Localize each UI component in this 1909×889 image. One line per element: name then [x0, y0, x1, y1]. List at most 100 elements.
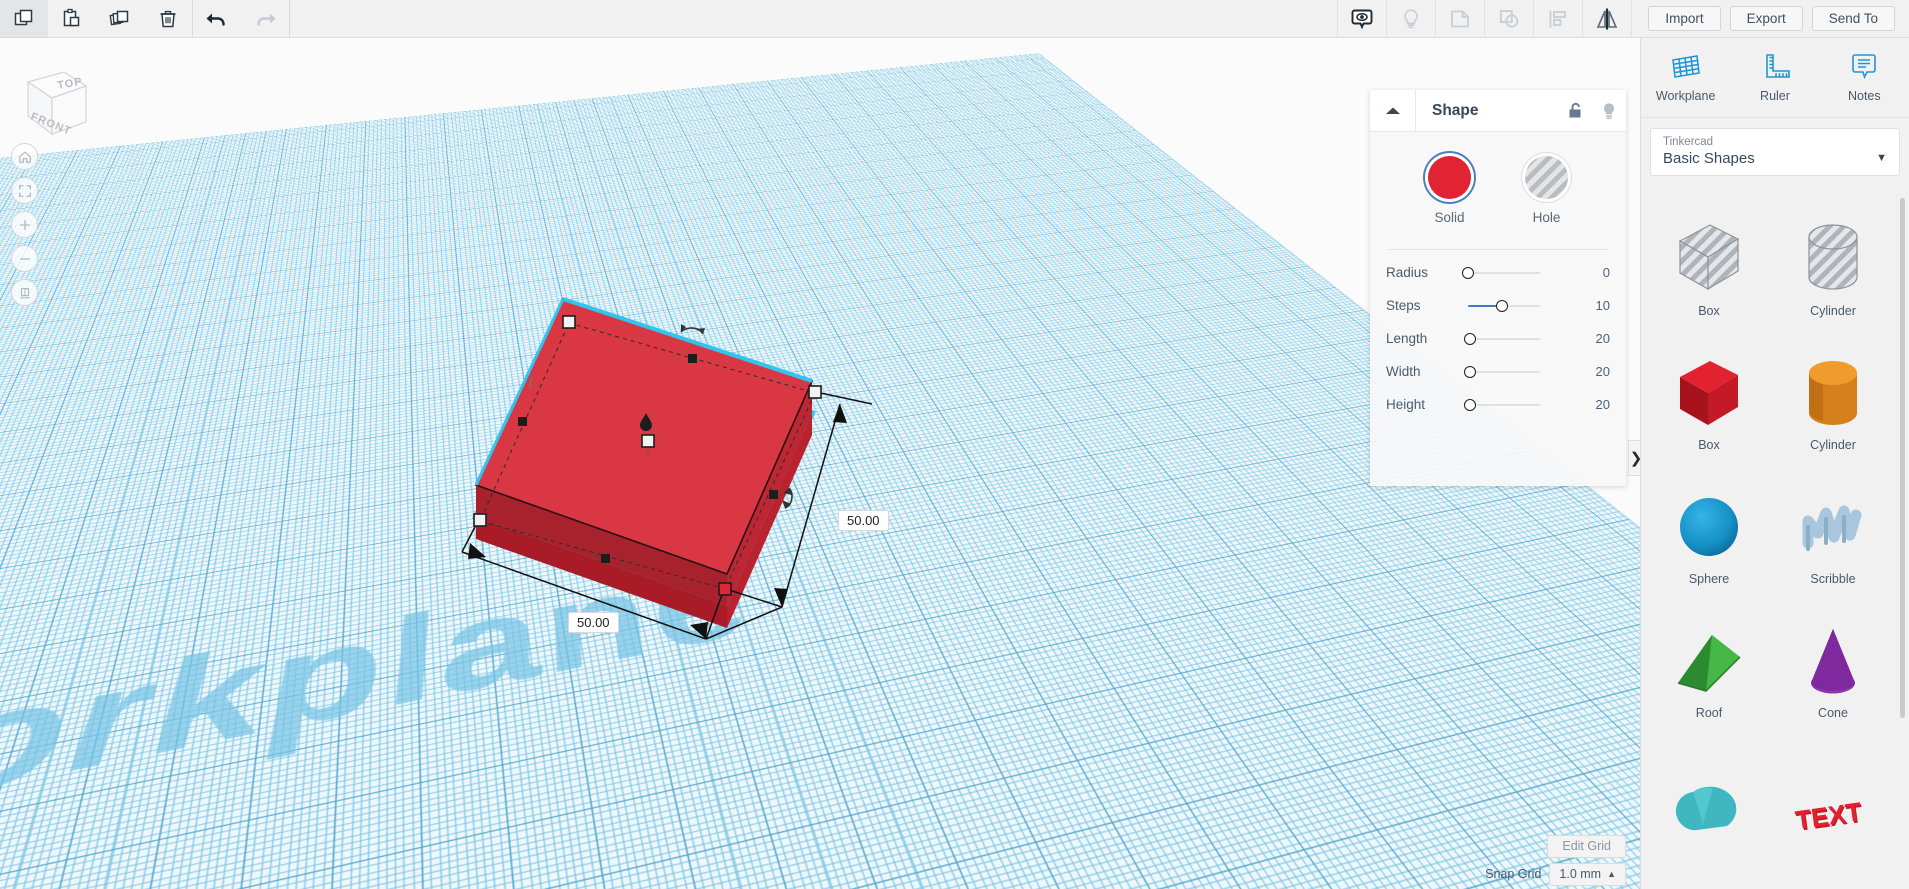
sidebar-tool-workplane-label: Workplane [1655, 89, 1716, 103]
mirror-icon[interactable] [1582, 0, 1631, 37]
lightbulb-icon[interactable] [1592, 102, 1626, 120]
roof-green-thumb [1666, 616, 1752, 706]
zoom-out-button[interactable] [11, 245, 38, 272]
shape-item-cylinder-orange[interactable]: Cylinder [1771, 330, 1895, 456]
export-button[interactable]: Export [1729, 6, 1803, 31]
steps-knob[interactable] [1496, 299, 1508, 312]
length-label: Length [1386, 331, 1428, 346]
snap-grid-row: Snap Grid 1.0 mm ▲ [1485, 862, 1626, 886]
shape-item-label: Roof [1695, 706, 1723, 720]
unlock-icon[interactable] [1558, 102, 1592, 119]
steps-label: Steps [1386, 298, 1421, 313]
snap-grid-label: Snap Grid [1485, 867, 1542, 881]
shape-item-teal-partial[interactable] [1647, 732, 1771, 858]
send-to-button[interactable]: Send To [1811, 6, 1895, 31]
lightbulb-icon[interactable] [1386, 0, 1435, 37]
file-actions: Import Export Send To [1631, 0, 1909, 37]
shape-item-sphere[interactable]: Sphere [1647, 464, 1771, 590]
perspective-toggle-button[interactable] [11, 279, 38, 306]
top-toolbar: Import Export Send To [0, 0, 1909, 38]
steps-slider[interactable] [1450, 298, 1568, 314]
copy-button[interactable] [0, 0, 48, 37]
group-icon[interactable] [1435, 0, 1484, 37]
length-slider[interactable] [1450, 331, 1568, 347]
shape-item-cone[interactable]: Cone [1771, 598, 1895, 724]
shape-mode-solid[interactable]: Solid [1428, 156, 1471, 225]
edit-tool-group [0, 0, 192, 37]
slider-row-radius: Radius 0 [1370, 256, 1626, 289]
shape-panel-body: Solid Hole Radius 0 Steps 10 Length 20 W… [1370, 132, 1626, 421]
width-value[interactable]: 20 [1568, 364, 1610, 379]
redo-button[interactable] [241, 0, 289, 37]
shape-item-label: Scribble [1810, 572, 1856, 586]
view-marker-icon[interactable] [1337, 0, 1386, 37]
radius-value[interactable]: 0 [1568, 265, 1610, 280]
steps-value[interactable]: 10 [1568, 298, 1610, 313]
shape-panel-title: Shape [1432, 101, 1479, 119]
shape-item-box-hole[interactable]: Box [1647, 196, 1771, 322]
shape-item-box-red[interactable]: Box [1647, 330, 1771, 456]
sidebar-tool-notes[interactable]: Notes [1820, 38, 1909, 117]
history-tool-group [193, 0, 289, 37]
height-knob[interactable] [1464, 398, 1476, 411]
radius-knob[interactable] [1462, 266, 1474, 279]
shape-item-cylinder-hole[interactable]: Cylinder [1771, 196, 1895, 322]
workplane-canvas[interactable]: Workplane 50.00 50.00 TOP FRONT Shape So… [0, 38, 1640, 889]
bottom-status-bar: Edit Grid Snap Grid 1.0 mm ▲ [0, 831, 1640, 889]
width-track [1468, 370, 1540, 373]
shape-item-roof[interactable]: Roof [1647, 598, 1771, 724]
shape-item-text-partial[interactable]: TEXT TEXT [1771, 732, 1895, 858]
length-value[interactable]: 20 [1568, 331, 1610, 346]
edit-grid-button[interactable]: Edit Grid [1547, 834, 1626, 858]
snap-grid-dropdown[interactable]: 1.0 mm ▲ [1549, 862, 1626, 886]
shape-collection-name: Basic Shapes [1663, 150, 1755, 167]
slider-row-width: Width 20 [1370, 355, 1626, 388]
slider-row-steps: Steps 10 [1370, 289, 1626, 322]
sidebar-tool-ruler[interactable]: Ruler [1730, 38, 1819, 117]
sidebar-tool-workplane[interactable]: Workplane [1641, 38, 1730, 117]
sidebar-tool-row: Workplane Ruler Notes [1641, 38, 1909, 118]
dimension-label-length[interactable]: 50.00 [568, 612, 619, 633]
tinkercad-app: Import Export Send To Workplane 50.00 50… [0, 0, 1909, 889]
height-value[interactable]: 20 [1568, 397, 1610, 412]
text-shape-thumb: TEXT TEXT [1790, 764, 1876, 854]
width-slider[interactable] [1450, 364, 1568, 380]
shape-panel-collapse-button[interactable] [1370, 90, 1416, 131]
undo-button[interactable] [193, 0, 241, 37]
box-hole-thumb [1666, 214, 1752, 304]
home-view-button[interactable] [11, 143, 38, 170]
box-red-thumb [1666, 348, 1752, 438]
cylinder-orange-thumb [1793, 348, 1873, 438]
radius-track [1468, 271, 1540, 274]
height-slider[interactable] [1450, 397, 1568, 413]
shape-collection-source: Tinkercad [1663, 136, 1714, 148]
ungroup-icon[interactable] [1484, 0, 1533, 37]
duplicate-button[interactable] [96, 0, 144, 37]
delete-button[interactable] [144, 0, 192, 37]
dimension-label-width[interactable]: 50.00 [838, 510, 889, 531]
width-knob[interactable] [1464, 365, 1476, 378]
length-knob[interactable] [1464, 332, 1476, 345]
hole-label: Hole [1532, 210, 1561, 225]
radius-label: Radius [1386, 265, 1429, 280]
align-icon[interactable] [1533, 0, 1582, 37]
sidebar-scrollbar[interactable] [1900, 198, 1905, 718]
shape-item-scribble[interactable]: Scribble [1771, 464, 1895, 590]
import-button[interactable]: Import [1648, 6, 1721, 31]
sidebar-tool-ruler-label: Ruler [1760, 89, 1790, 103]
paste-button[interactable] [48, 0, 96, 37]
shape-library-grid[interactable]: Box Cylinder Box Cylinder Sphere Scribbl… [1641, 184, 1909, 889]
height-track [1468, 403, 1540, 406]
height-label: Height [1386, 397, 1426, 412]
view-nav-buttons [11, 143, 41, 313]
shape-item-label: Box [1698, 304, 1720, 318]
sphere-blue-thumb [1670, 482, 1748, 572]
radius-slider[interactable] [1450, 265, 1568, 281]
shape-library-items: Box Cylinder Box Cylinder Sphere Scribbl… [1641, 196, 1909, 858]
shape-collection-picker[interactable]: Tinkercad Basic Shapes ▼ [1650, 128, 1900, 176]
zoom-in-button[interactable] [11, 211, 38, 238]
workplane-icon [1671, 55, 1700, 78]
shape-mode-hole[interactable]: Hole [1525, 156, 1568, 225]
fit-to-view-button[interactable] [11, 177, 38, 204]
